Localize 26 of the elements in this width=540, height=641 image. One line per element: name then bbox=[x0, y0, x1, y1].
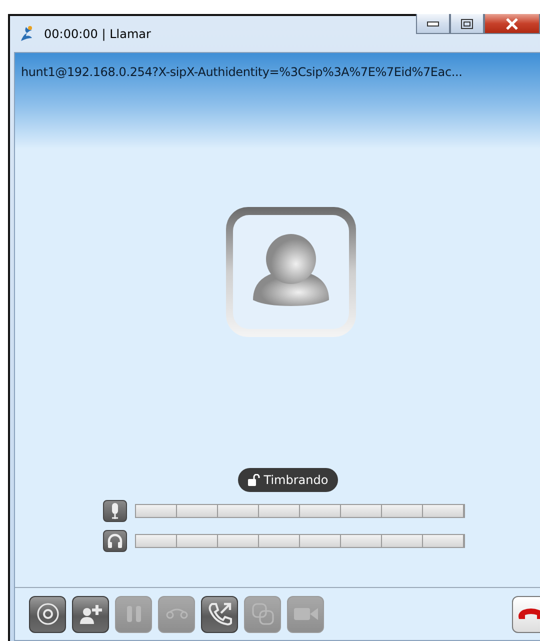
window-title: 00:00:00 | Llamar bbox=[44, 27, 151, 41]
microphone-button[interactable] bbox=[103, 500, 127, 522]
maximize-button[interactable] bbox=[450, 14, 484, 34]
hang-up-button[interactable] bbox=[512, 596, 540, 632]
add-person-icon bbox=[78, 602, 104, 626]
phone-handset-icon bbox=[516, 607, 540, 621]
headphones-icon bbox=[107, 533, 123, 549]
minimize-icon bbox=[427, 20, 439, 26]
status-label: Timbrando bbox=[264, 473, 328, 487]
transfer-button[interactable] bbox=[201, 596, 238, 632]
overlap-squares-icon bbox=[250, 602, 274, 626]
dial-icon bbox=[36, 602, 60, 626]
dialpad-button[interactable] bbox=[29, 596, 66, 632]
voicemail-icon bbox=[164, 608, 188, 620]
minimize-button[interactable] bbox=[416, 14, 450, 34]
add-contact-button[interactable] bbox=[72, 596, 109, 632]
microphone-icon bbox=[110, 503, 120, 519]
close-button[interactable] bbox=[484, 14, 540, 34]
close-icon bbox=[505, 18, 519, 30]
pause-icon bbox=[124, 604, 142, 624]
video-camera-icon bbox=[292, 605, 318, 623]
sip-address: hunt1@192.168.0.254?X-sipX-Authidentity=%3Csip%3A%7E%7Eid%7Eac... bbox=[21, 65, 462, 79]
maximize-icon bbox=[461, 18, 473, 28]
headphones-button[interactable] bbox=[103, 530, 127, 552]
phone-arrow-icon bbox=[206, 601, 232, 627]
unlock-icon bbox=[248, 474, 260, 486]
